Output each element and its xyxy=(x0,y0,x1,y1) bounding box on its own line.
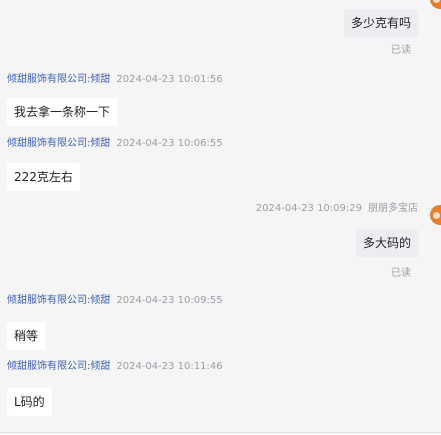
avatar-icon xyxy=(430,0,441,9)
incoming-message-bubble: L码的 xyxy=(7,388,52,416)
incoming-message-bubble: 222克左右 xyxy=(7,163,80,191)
sender-name: 倾甜服饰有限公司:倾甜 xyxy=(7,361,111,372)
incoming-message-bubble: 我去拿一条称一下 xyxy=(7,98,118,126)
message-meta: 倾甜服饰有限公司:倾甜 2024-04-23 10:09:55 xyxy=(7,294,223,308)
message-time: 2024-04-23 10:09:29 xyxy=(255,203,362,214)
sender-name: 倾甜服饰有限公司:倾甜 xyxy=(7,295,111,306)
message-meta: 倾甜服饰有限公司:倾甜 2024-04-23 10:01:56 xyxy=(7,73,223,87)
divider xyxy=(0,432,441,433)
message-meta: 倾甜服饰有限公司:倾甜 2024-04-23 10:11:46 xyxy=(7,360,223,374)
outgoing-message-bubble: 多大码的 xyxy=(355,229,418,257)
message-time: 2024-04-23 10:06:55 xyxy=(116,138,223,149)
message-meta: 2024-04-23 10:09:29 朋朋多宝店 xyxy=(256,202,418,216)
message-time: 2024-04-23 10:09:55 xyxy=(116,295,223,306)
outgoing-message-bubble: 多少克有吗 xyxy=(343,9,418,37)
message-time: 2024-04-23 10:11:46 xyxy=(116,361,223,372)
message-meta: 倾甜服饰有限公司:倾甜 2024-04-23 10:06:55 xyxy=(7,137,223,151)
message-time: 2024-04-23 10:01:56 xyxy=(116,74,223,85)
sender-name: 倾甜服饰有限公司:倾甜 xyxy=(7,74,111,85)
incoming-message-bubble: 稍等 xyxy=(7,322,46,350)
sender-name: 倾甜服饰有限公司:倾甜 xyxy=(7,138,111,149)
read-status: 已读 xyxy=(391,45,411,56)
avatar-icon xyxy=(430,205,441,225)
read-status: 已读 xyxy=(391,268,411,279)
shop-name: 朋朋多宝店 xyxy=(368,203,418,214)
